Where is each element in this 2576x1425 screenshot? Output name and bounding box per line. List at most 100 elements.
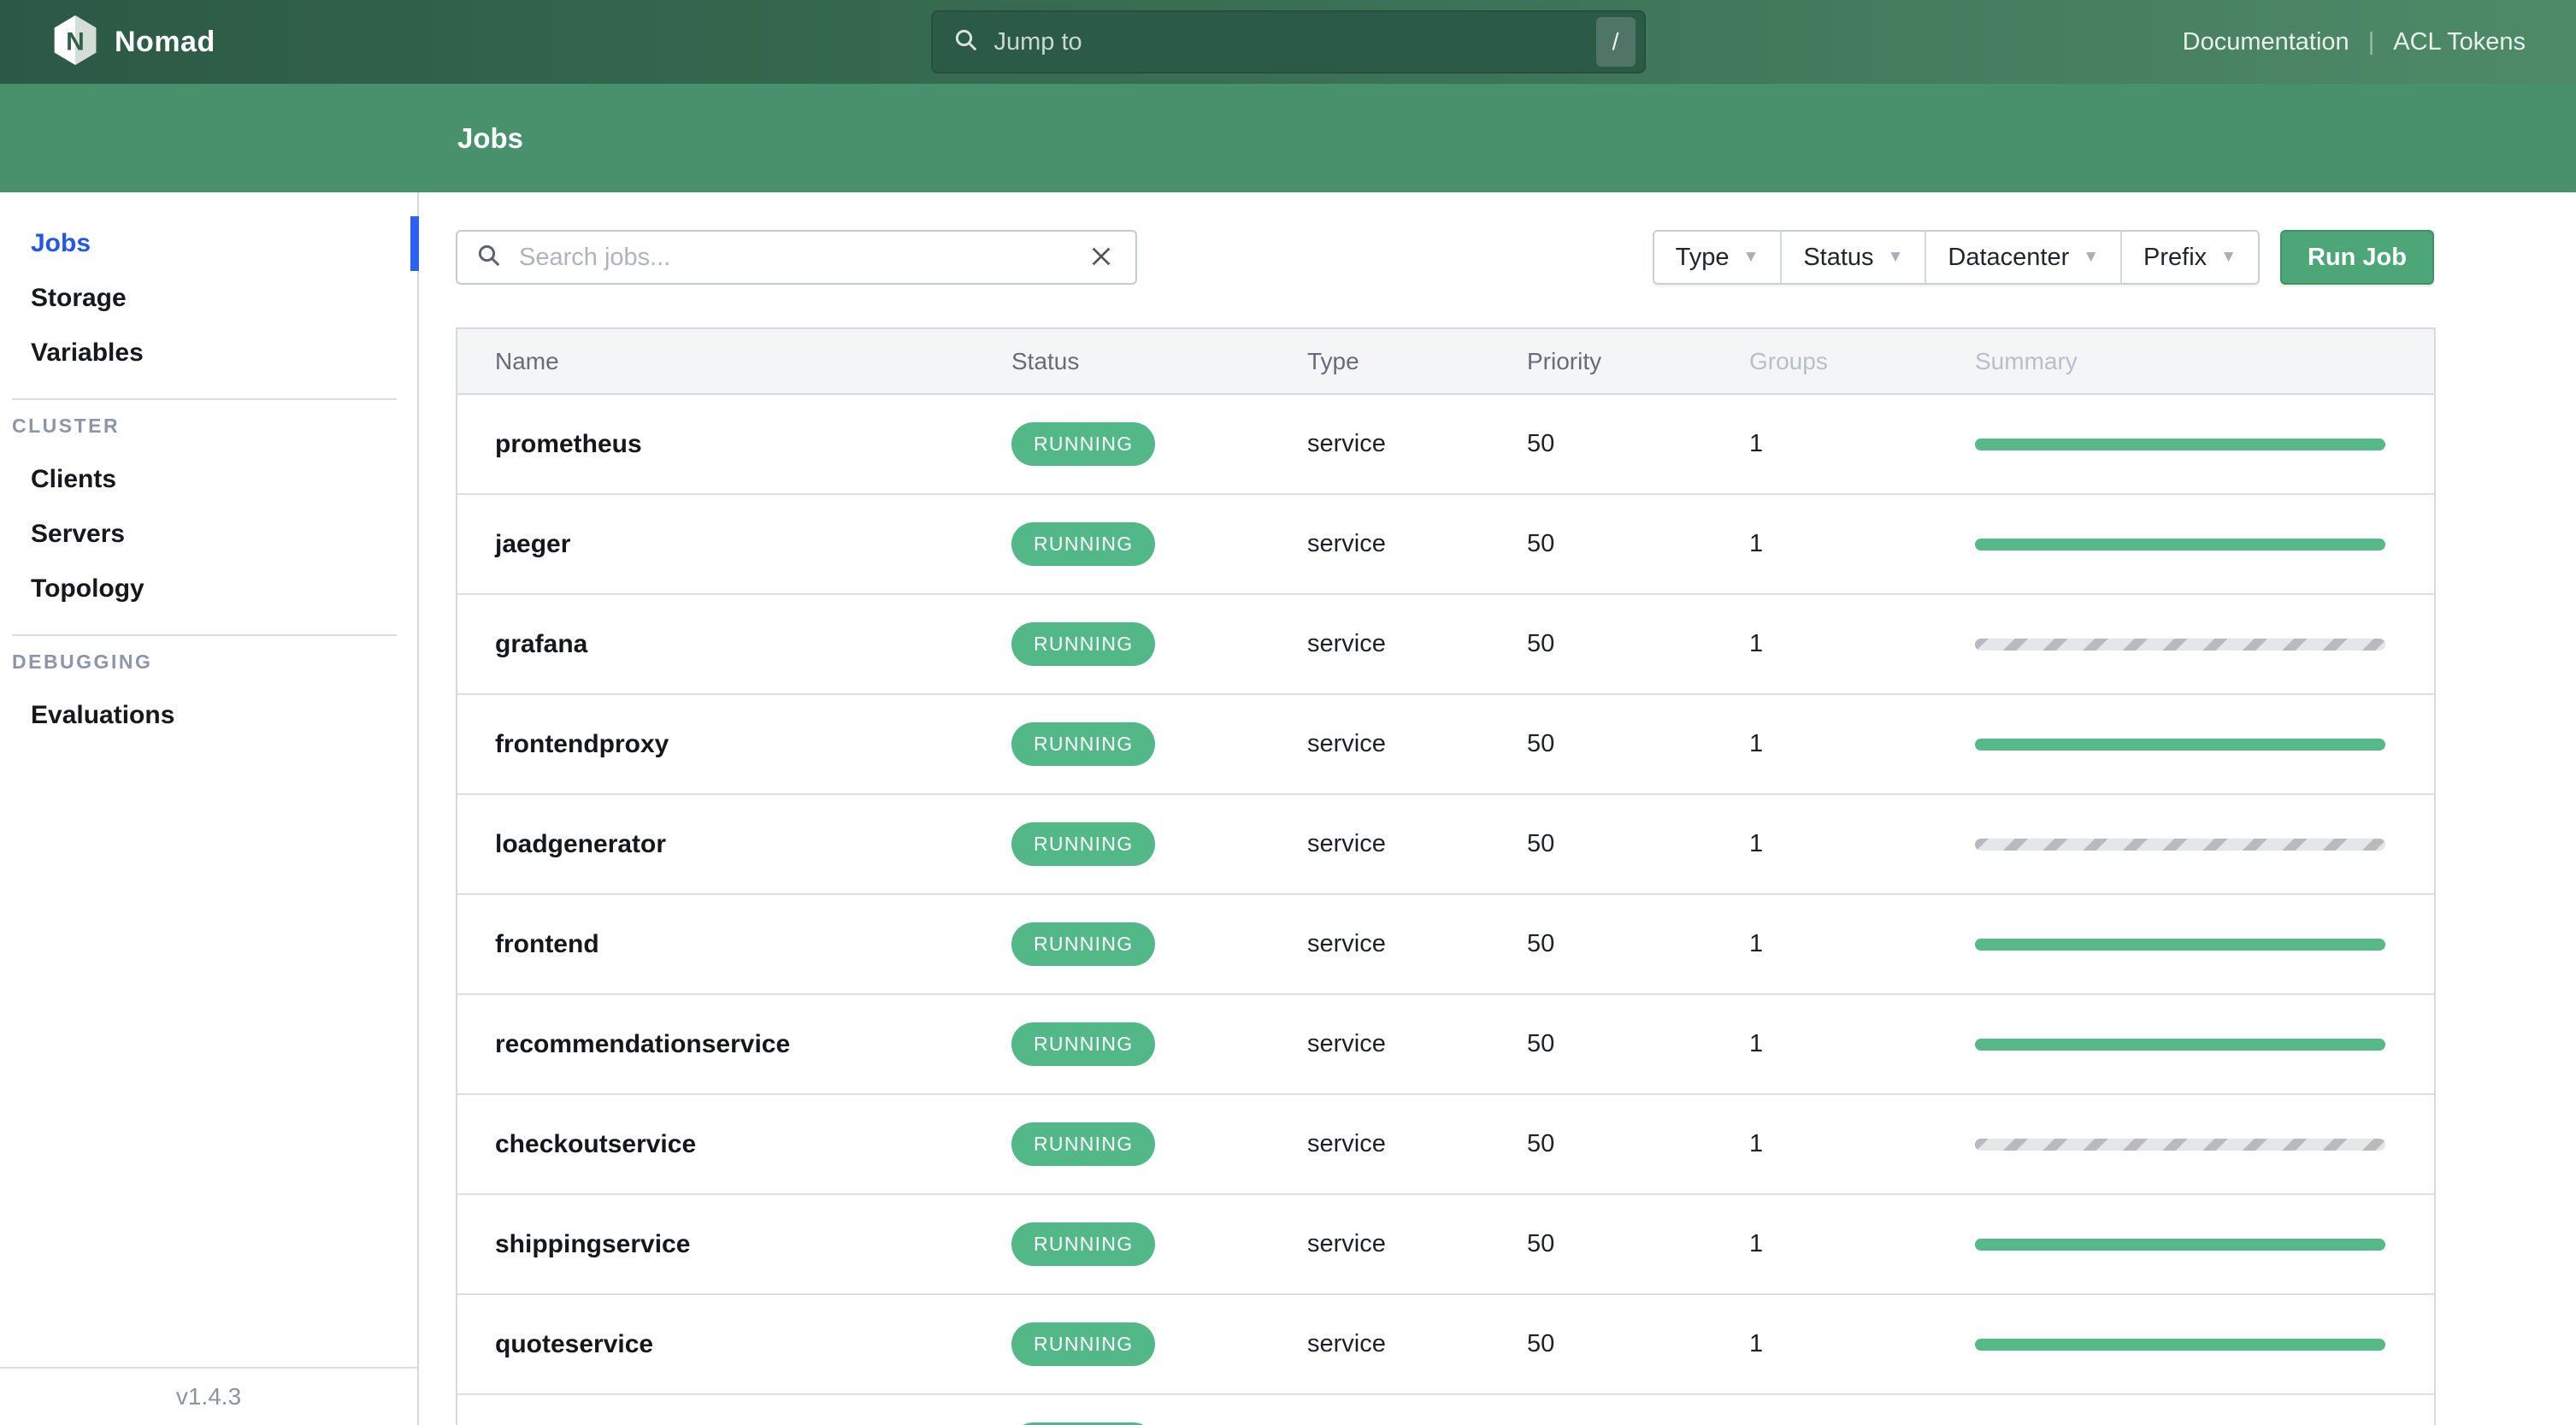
filter-label: Prefix <box>2143 243 2208 271</box>
job-groups: 1 <box>1749 530 1764 557</box>
sidebar-item-label: Storage <box>31 284 127 312</box>
job-status-cell: RUNNING <box>1011 1222 1307 1266</box>
sidebar-section-items: Evaluations <box>0 688 417 743</box>
nomad-logo-icon: N <box>53 15 97 69</box>
job-type: service <box>1307 1030 1386 1057</box>
job-name: quoteservice <box>495 1329 654 1358</box>
filter-dropdown-type[interactable]: Type ▼ <box>1653 232 1781 283</box>
job-priority: 50 <box>1527 1030 1555 1057</box>
sidebar-section-label: CLUSTER <box>12 415 121 437</box>
job-name: frontendproxy <box>495 729 669 758</box>
status-badge: RUNNING <box>1011 922 1156 966</box>
job-priority: 50 <box>1527 730 1555 757</box>
sidebar-item-clients[interactable]: Clients <box>0 452 417 507</box>
table-row-quoteservice[interactable]: quoteservice RUNNING service 50 1 <box>457 1295 2434 1395</box>
table-row-frontendproxy[interactable]: frontendproxy RUNNING service 50 1 <box>457 695 2434 795</box>
search-icon <box>476 243 502 273</box>
job-name: jaeger <box>495 529 571 558</box>
job-summary-cell <box>1975 738 2434 751</box>
job-groups: 1 <box>1749 930 1764 957</box>
acl-tokens-link[interactable]: ACL Tokens <box>2393 28 2526 56</box>
sidebar-item-topology[interactable]: Topology <box>0 562 417 616</box>
chevron-down-icon: ▼ <box>2220 248 2237 266</box>
sidebar-item-servers[interactable]: Servers <box>0 507 417 562</box>
brand[interactable]: N Nomad <box>53 0 215 84</box>
summary-bar <box>1975 1238 2385 1251</box>
job-priority: 50 <box>1527 630 1555 657</box>
summary-bar <box>1975 938 2385 951</box>
table-row-jaeger[interactable]: jaeger RUNNING service 50 1 <box>457 495 2434 595</box>
documentation-link[interactable]: Documentation <box>2183 28 2349 56</box>
sidebar-section: CLUSTER Clients Servers Topology <box>0 398 417 616</box>
jobs-toolbar: Type ▼ Status ▼ Datacenter ▼ Prefix ▼ Ru… <box>456 230 2434 285</box>
filter-group: Type ▼ Status ▼ Datacenter ▼ Prefix ▼ <box>1652 230 2260 285</box>
filter-dropdown-prefix[interactable]: Prefix ▼ <box>2120 232 2258 283</box>
summary-bar <box>1975 1338 2385 1351</box>
job-priority: 50 <box>1527 830 1555 857</box>
job-summary-cell <box>1975 1238 2434 1251</box>
table-row-loadgenerator[interactable]: loadgenerator RUNNING service 50 1 <box>457 795 2434 895</box>
status-badge: RUNNING <box>1011 422 1156 466</box>
job-type: service <box>1307 1130 1386 1157</box>
jobs-search-input[interactable] <box>517 242 1084 273</box>
job-summary-cell <box>1975 438 2434 450</box>
job-summary-cell <box>1975 838 2434 851</box>
top-navbar: N Nomad / Documentation | ACL Tokens <box>0 0 2576 84</box>
filter-label: Type <box>1675 243 1730 271</box>
summary-bar <box>1975 838 2385 851</box>
job-status-cell: RUNNING <box>1011 422 1307 466</box>
table-row-shippingservice[interactable]: shippingservice RUNNING service 50 1 <box>457 1195 2434 1295</box>
job-status-cell: RUNNING <box>1011 1322 1307 1366</box>
table-row-productcatalogservice[interactable]: productcatalogservice RUNNING service 50… <box>457 1395 2434 1425</box>
clear-search-button[interactable] <box>1084 239 1118 276</box>
job-priority: 50 <box>1527 430 1555 457</box>
column-header-status[interactable]: Status <box>1011 348 1307 375</box>
chevron-down-icon: ▼ <box>1887 248 1904 266</box>
version-label: v1.4.3 <box>0 1367 417 1425</box>
job-type: service <box>1307 430 1386 457</box>
sidebar-item-variables[interactable]: Variables <box>0 326 417 380</box>
chevron-down-icon: ▼ <box>1742 248 1760 266</box>
status-badge: RUNNING <box>1011 1322 1156 1366</box>
jobs-search-box[interactable] <box>456 230 1137 285</box>
job-groups: 1 <box>1749 1130 1764 1157</box>
sidebar-item-label: Servers <box>31 520 126 548</box>
table-row-grafana[interactable]: grafana RUNNING service 50 1 <box>457 595 2434 695</box>
svg-text:N: N <box>66 27 85 56</box>
column-header-name[interactable]: Name <box>495 348 1011 375</box>
job-groups: 1 <box>1749 1030 1764 1057</box>
job-priority: 50 <box>1527 1130 1555 1157</box>
summary-bar <box>1975 738 2385 751</box>
column-header-type[interactable]: Type <box>1307 348 1527 375</box>
job-type: service <box>1307 1330 1386 1357</box>
job-type: service <box>1307 730 1386 757</box>
table-row-recommendationservice[interactable]: recommendationservice RUNNING service 50… <box>457 995 2434 1095</box>
job-status-cell: RUNNING <box>1011 622 1307 666</box>
sidebar-item-label: Topology <box>31 574 144 603</box>
brand-name: Nomad <box>115 25 215 58</box>
page-header: Jobs <box>0 84 2576 192</box>
filter-dropdown-status[interactable]: Status ▼ <box>1780 232 1925 283</box>
column-header-groups: Groups <box>1749 347 1828 374</box>
active-indicator <box>410 216 419 271</box>
sidebar-item-label: Evaluations <box>31 701 175 729</box>
sidebar-item-evaluations[interactable]: Evaluations <box>0 688 417 743</box>
table-row-frontend[interactable]: frontend RUNNING service 50 1 <box>457 895 2434 995</box>
column-header-priority[interactable]: Priority <box>1527 348 1749 375</box>
jobs-table: Name Status Type Priority Groups Summary prom… <box>456 327 2436 1425</box>
jump-to-search[interactable]: / <box>930 10 1646 74</box>
job-priority: 50 <box>1527 1230 1555 1257</box>
run-job-button[interactable]: Run Job <box>2280 230 2434 285</box>
table-row-prometheus[interactable]: prometheus RUNNING service 50 1 <box>457 395 2434 495</box>
nomad-app: N Nomad / Documentation | ACL Tokens Job… <box>0 0 2576 1425</box>
chevron-down-icon: ▼ <box>2083 248 2100 266</box>
filter-dropdown-datacenter[interactable]: Datacenter ▼ <box>1925 232 2121 283</box>
job-priority: 50 <box>1527 930 1555 957</box>
table-row-checkoutservice[interactable]: checkoutservice RUNNING service 50 1 <box>457 1095 2434 1195</box>
job-status-cell: RUNNING <box>1011 822 1307 866</box>
sidebar-item-storage[interactable]: Storage <box>0 271 417 326</box>
status-badge: RUNNING <box>1011 622 1156 666</box>
jump-to-input[interactable] <box>992 26 1596 57</box>
job-type: service <box>1307 630 1386 657</box>
sidebar-item-jobs[interactable]: Jobs <box>0 216 419 271</box>
